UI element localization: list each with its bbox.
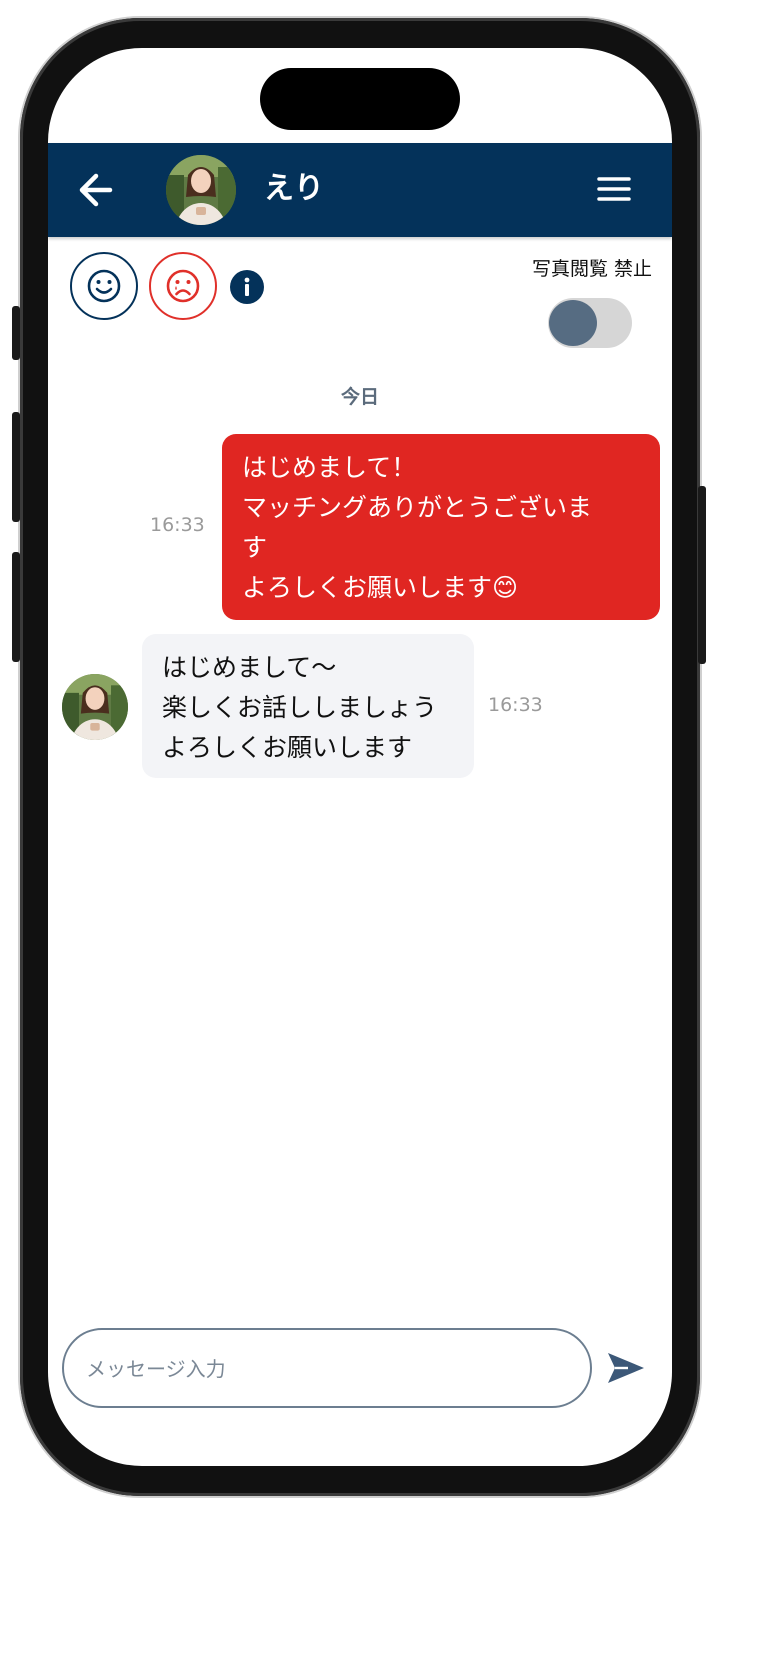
dislike-button[interactable]: [149, 252, 217, 320]
send-icon: [608, 1353, 644, 1383]
outgoing-message-time: 16:33: [150, 514, 205, 536]
phone-volume-down-button: [12, 552, 20, 662]
menu-button[interactable]: [594, 169, 634, 209]
info-button[interactable]: [230, 270, 264, 304]
header-avatar[interactable]: [166, 155, 236, 225]
back-button[interactable]: [74, 167, 120, 213]
arrow-left-icon: [79, 173, 113, 207]
send-button[interactable]: [604, 1346, 648, 1390]
sad-face-icon: [166, 269, 200, 303]
message-composer: [62, 1328, 592, 1408]
like-button[interactable]: [70, 252, 138, 320]
phone-power-button: [698, 486, 706, 664]
chat-header: えり: [48, 143, 672, 237]
phone-volume-up-button: [12, 412, 20, 522]
photo-view-toggle[interactable]: [548, 298, 632, 348]
photo-view-label: 写真閲覧 禁止: [531, 258, 652, 280]
hamburger-menu-icon: [597, 177, 631, 201]
date-separator: 今日: [340, 386, 379, 408]
app-screen: えり 写真閲覧 禁止 今日 16:33 はじめまして！ マッチングありがとうござ…: [48, 48, 672, 1466]
info-icon: [244, 277, 250, 296]
incoming-message-bubble[interactable]: はじめまして〜 楽しくお話ししましょう よろしくお願いします: [142, 634, 474, 778]
incoming-avatar[interactable]: [62, 674, 128, 740]
profile-photo: [166, 155, 236, 225]
smile-face-icon: [87, 269, 121, 303]
phone-action-button: [12, 306, 20, 360]
outgoing-message-bubble[interactable]: はじめまして！ マッチングありがとうございま す よろしくお願いします😊: [222, 434, 660, 620]
toggle-knob: [549, 300, 597, 346]
profile-photo: [62, 674, 128, 740]
dynamic-island: [260, 68, 460, 130]
message-input[interactable]: [84, 1348, 568, 1390]
incoming-message-time: 16:33: [488, 694, 543, 716]
contact-name: えり: [264, 171, 324, 206]
